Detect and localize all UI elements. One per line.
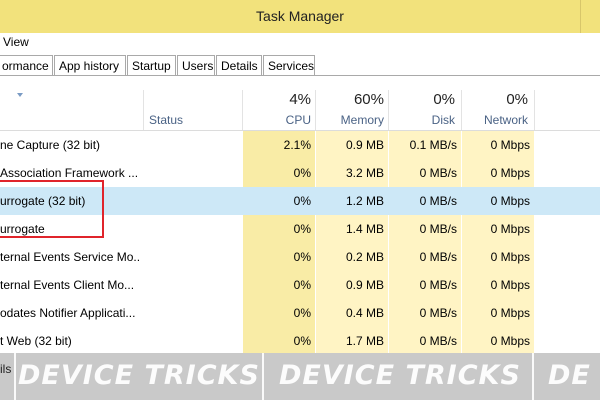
cpu-value: 0% — [293, 250, 311, 264]
process-name: t Web (32 bit) — [0, 334, 72, 348]
cpu-value: 0% — [293, 306, 311, 320]
watermark-divider — [532, 353, 534, 400]
process-name: ternal Events Service Mo... — [0, 250, 140, 264]
watermark-divider — [262, 353, 264, 400]
title-bar-divider — [580, 0, 581, 33]
memory-value: 1.7 MB — [345, 334, 384, 348]
disk-value: 0 MB/s — [419, 250, 457, 264]
menu-bar: View — [0, 33, 600, 52]
cpu-value: 0% — [293, 166, 311, 180]
network-value: 0 Mbps — [490, 222, 530, 236]
column-divider[interactable] — [143, 90, 144, 131]
watermark-divider — [14, 353, 16, 400]
disk-value: 0 MB/s — [419, 166, 457, 180]
memory-total-percent[interactable]: 60% — [316, 91, 384, 111]
column-disk[interactable]: Disk — [389, 113, 455, 129]
table-row[interactable]: t Web (32 bit) 0% 1.7 MB 0 MB/s 0 Mbps — [0, 327, 600, 355]
table-row[interactable]: ne Capture (32 bit) 2.1% 0.9 MB 0.1 MB/s 0 M… — [0, 131, 600, 159]
fewer-details-link[interactable]: ils — [0, 362, 11, 376]
tab-startup[interactable]: Startup — [127, 55, 176, 75]
cpu-value: 0% — [293, 194, 311, 208]
column-network[interactable]: Network — [462, 113, 528, 129]
disk-value: 0 MB/s — [419, 194, 457, 208]
watermark-text: DEVICE TRICKS — [279, 360, 521, 391]
memory-value: 0.4 MB — [345, 306, 384, 320]
network-value: 0 Mbps — [490, 194, 530, 208]
disk-value: 0.1 MB/s — [409, 138, 457, 152]
network-total-percent[interactable]: 0% — [462, 91, 528, 111]
memory-value: 0.9 MB — [345, 278, 384, 292]
tab-users[interactable]: Users — [177, 55, 215, 75]
memory-value: 0.2 MB — [345, 250, 384, 264]
cpu-value: 0% — [293, 222, 311, 236]
network-value: 0 Mbps — [490, 250, 530, 264]
tab-performance[interactable]: ormance — [0, 55, 53, 75]
cpu-total-percent[interactable]: 4% — [243, 91, 311, 111]
tab-services[interactable]: Services — [263, 55, 315, 75]
memory-value: 3.2 MB — [345, 166, 384, 180]
highlight-box — [0, 180, 104, 238]
network-value: 0 Mbps — [490, 138, 530, 152]
sort-arrow-icon[interactable] — [17, 93, 23, 97]
memory-value: 1.2 MB — [345, 194, 384, 208]
window-title: Task Manager — [256, 8, 344, 24]
cpu-value: 0% — [293, 334, 311, 348]
memory-value: 0.9 MB — [345, 138, 384, 152]
disk-value: 0 MB/s — [419, 222, 457, 236]
watermark-text: DEVICE TRICKS — [18, 360, 260, 391]
tab-app-history[interactable]: App history — [54, 55, 126, 75]
network-value: 0 Mbps — [490, 334, 530, 348]
cpu-value: 2.1% — [283, 138, 311, 152]
column-memory[interactable]: Memory — [316, 113, 384, 129]
menu-view[interactable]: View — [3, 33, 29, 52]
table-row[interactable]: ternal Events Service Mo... 0% 0.2 MB 0 MB/… — [0, 243, 600, 271]
network-value: 0 Mbps — [490, 278, 530, 292]
network-value: 0 Mbps — [490, 306, 530, 320]
cpu-value: 0% — [293, 278, 311, 292]
disk-value: 0 MB/s — [419, 306, 457, 320]
table-row[interactable]: ternal Events Client Mo... 0% 0.9 MB 0 MB/s… — [0, 271, 600, 299]
watermark-text: DE — [548, 360, 591, 391]
column-status[interactable]: Status — [149, 113, 183, 127]
disk-value: 0 MB/s — [419, 278, 457, 292]
column-divider[interactable] — [534, 90, 535, 131]
column-cpu[interactable]: CPU — [243, 113, 311, 129]
tab-details[interactable]: Details — [216, 55, 262, 75]
process-name: ternal Events Client Mo... — [0, 278, 135, 292]
process-name: ne Capture (32 bit) — [0, 138, 101, 152]
disk-total-percent[interactable]: 0% — [389, 91, 455, 111]
table-row[interactable]: odates Notifier Applicati... 0% 0.4 MB 0 MB… — [0, 299, 600, 327]
process-name: odates Notifier Applicati... — [0, 306, 136, 320]
memory-value: 1.4 MB — [345, 222, 384, 236]
disk-value: 0 MB/s — [419, 334, 457, 348]
network-value: 0 Mbps — [490, 166, 530, 180]
